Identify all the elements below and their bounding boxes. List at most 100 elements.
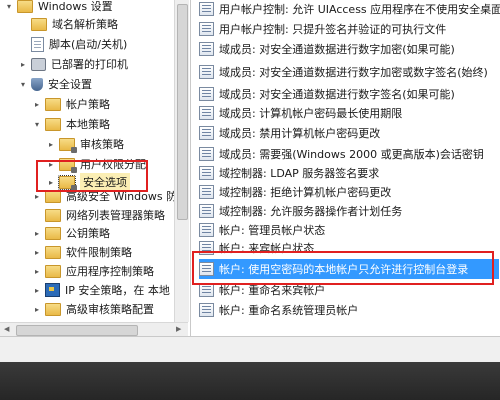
list-item[interactable]: 域成员: 禁用计算机帐户密码更改 xyxy=(199,123,380,143)
tree-item-windows-firewall[interactable]: ▸ 高级安全 Windows 防 xyxy=(32,186,174,206)
folder-icon xyxy=(45,264,61,278)
policy-icon xyxy=(199,223,214,237)
folder-icon xyxy=(17,0,33,13)
folder-icon xyxy=(45,226,61,240)
list-item[interactable]: 帐户: 重命名系统管理员帐户 xyxy=(199,300,358,320)
tree-item-application-control[interactable]: ▸ 应用程序控制策略 xyxy=(32,261,154,281)
list-item[interactable]: 域控制器: 允许服务器操作者计划任务 xyxy=(199,201,402,221)
folder-icon xyxy=(45,97,61,111)
tree-item-deployed-printers[interactable]: ▸ 已部署的打印机 xyxy=(18,54,128,74)
tree-vertical-scrollbar[interactable] xyxy=(174,0,189,322)
policy-label: 域成员: 需要强(Windows 2000 或更高版本)会话密钥 xyxy=(219,148,484,161)
policy-icon xyxy=(199,241,214,255)
tree-horizontal-scrollbar[interactable]: ◀ ▶ xyxy=(0,322,188,337)
tree-item-label: 审核策略 xyxy=(80,138,124,151)
group-policy-editor-window: ▾ Windows 设置 域名解析策略 脚本(启动/关机) ▸ 已部署的打印机 … xyxy=(0,0,500,363)
policy-icon xyxy=(199,166,214,180)
policy-label: 域成员: 对安全通道数据进行数字加密(如果可能) xyxy=(219,43,455,56)
chevron-right-icon[interactable]: ▸ xyxy=(32,266,42,276)
chevron-right-icon[interactable]: ▸ xyxy=(46,139,56,149)
folder-icon xyxy=(59,157,77,173)
policy-label: 帐户: 来宾帐户状态 xyxy=(219,242,315,255)
policy-label: 帐户: 重命名系统管理员帐户 xyxy=(219,304,359,317)
tree-item-label: 域名解析策略 xyxy=(52,18,118,31)
tree-item-security-settings[interactable]: ▾ 安全设置 xyxy=(18,74,92,94)
chevron-right-icon[interactable]: ▸ xyxy=(18,59,28,69)
list-item[interactable]: 帐户: 管理员帐户状态 xyxy=(199,220,325,240)
chevron-right-icon[interactable]: ▸ xyxy=(32,228,42,238)
chevron-down-icon[interactable]: ▾ xyxy=(4,1,14,11)
tree-item-name-resolution-policy[interactable]: 域名解析策略 xyxy=(18,14,118,34)
list-item[interactable]: 帐户: 来宾帐户状态 xyxy=(199,238,314,258)
list-item[interactable]: 域成员: 对安全通道数据进行数字加密或数字签名(始终) xyxy=(199,62,488,82)
chevron-right-icon[interactable]: ▸ xyxy=(32,247,42,257)
policy-icon xyxy=(199,22,214,36)
policy-icon xyxy=(199,87,214,101)
chevron-right-icon[interactable]: ▸ xyxy=(32,304,42,314)
tree-item-network-list-manager[interactable]: 网络列表管理器策略 xyxy=(32,205,165,225)
policy-icon xyxy=(199,283,214,297)
tree-item-software-restriction[interactable]: ▸ 软件限制策略 xyxy=(32,242,132,262)
tree-item-label: 软件限制策略 xyxy=(66,246,132,259)
chevron-right-icon[interactable]: ▸ xyxy=(46,159,56,169)
scroll-right-arrow-icon[interactable]: ▶ xyxy=(176,325,181,333)
scroll-left-arrow-icon[interactable]: ◀ xyxy=(4,325,9,333)
tree-item-account-policies[interactable]: ▸ 帐户策略 xyxy=(32,94,110,114)
folder-icon xyxy=(45,117,61,131)
chevron-down-icon[interactable]: ▾ xyxy=(18,79,28,89)
tree-item-advanced-audit[interactable]: ▸ 高级审核策略配置 xyxy=(32,299,154,319)
chevron-right-icon[interactable]: ▸ xyxy=(32,285,42,295)
navigation-tree[interactable]: ▾ Windows 设置 域名解析策略 脚本(启动/关机) ▸ 已部署的打印机 … xyxy=(0,0,174,322)
policy-icon xyxy=(199,147,214,161)
policy-label: 帐户: 重命名来宾帐户 xyxy=(219,284,326,297)
policy-label: 用户帐户控制: 只提升签名并验证的可执行文件 xyxy=(219,23,447,36)
list-item[interactable]: 域控制器: 拒绝计算机帐户密码更改 xyxy=(199,182,391,202)
policy-list[interactable]: 用户帐户控制: 允许 UIAccess 应用程序在不使用安全桌面 用户帐户控制:… xyxy=(190,0,500,336)
tree-item-label: 高级审核策略配置 xyxy=(66,303,154,316)
list-item[interactable]: 帐户: 重命名来宾帐户 xyxy=(199,280,325,300)
taskbar xyxy=(0,362,500,400)
list-item-selected[interactable]: 帐户: 使用空密码的本地帐户只允许进行控制台登录 xyxy=(199,259,499,279)
list-item[interactable]: 域控制器: LDAP 服务器签名要求 xyxy=(199,163,379,183)
policy-label: 域控制器: 拒绝计算机帐户密码更改 xyxy=(219,186,392,199)
list-item[interactable]: 用户帐户控制: 只提升签名并验证的可执行文件 xyxy=(199,19,446,39)
folder-icon xyxy=(31,17,47,31)
printer-icon xyxy=(31,57,46,71)
chevron-right-icon[interactable]: ▸ xyxy=(32,99,42,109)
tree-item-ip-security[interactable]: ▸ IP 安全策略，在 本地 xyxy=(32,280,170,300)
list-item[interactable]: 域成员: 计算机帐户密码最长使用期限 xyxy=(199,103,402,123)
list-item[interactable]: 域成员: 对安全通道数据进行数字签名(如果可能) xyxy=(199,84,455,104)
policy-icon xyxy=(199,2,214,16)
tree-item-local-policies[interactable]: ▾ 本地策略 xyxy=(32,114,110,134)
scrollbar-thumb[interactable] xyxy=(16,325,138,336)
tree-item-label: 脚本(启动/关机) xyxy=(49,38,128,51)
script-icon xyxy=(31,36,44,52)
folder-icon xyxy=(45,189,61,203)
tree-item-scripts[interactable]: 脚本(启动/关机) xyxy=(18,34,127,54)
scrollbar-thumb[interactable] xyxy=(177,4,188,220)
list-item[interactable]: 域成员: 对安全通道数据进行数字加密(如果可能) xyxy=(199,39,455,59)
policy-label: 用户帐户控制: 允许 UIAccess 应用程序在不使用安全桌面 xyxy=(219,3,500,16)
status-bar xyxy=(0,336,500,363)
list-item[interactable]: 用户帐户控制: 允许 UIAccess 应用程序在不使用安全桌面 xyxy=(199,0,500,19)
ip-security-icon xyxy=(45,283,60,297)
policy-label: 域成员: 计算机帐户密码最长使用期限 xyxy=(219,107,403,120)
policy-icon xyxy=(199,65,214,79)
tree-item-label: 本地策略 xyxy=(66,118,110,131)
list-item[interactable]: 域成员: 需要强(Windows 2000 或更高版本)会话密钥 xyxy=(199,144,484,164)
tree-item-label: 公钥策略 xyxy=(66,227,110,240)
policy-icon xyxy=(199,106,214,120)
tree-item-label: IP 安全策略，在 本地 xyxy=(65,284,170,297)
chevron-down-icon[interactable]: ▾ xyxy=(32,119,42,129)
policy-icon xyxy=(199,262,214,276)
tree-item-user-rights-assignment[interactable]: ▸ 用户权限分配 xyxy=(46,154,146,174)
policy-label: 域成员: 对安全通道数据进行数字签名(如果可能) xyxy=(219,88,455,101)
tree-item-label: 应用程序控制策略 xyxy=(66,265,154,278)
tree-item-public-key-policies[interactable]: ▸ 公钥策略 xyxy=(32,223,110,243)
tree-item-label: 用户权限分配 xyxy=(80,158,146,171)
chevron-right-icon[interactable]: ▸ xyxy=(32,191,42,201)
tree-item-audit-policy[interactable]: ▸ 审核策略 xyxy=(46,134,124,154)
